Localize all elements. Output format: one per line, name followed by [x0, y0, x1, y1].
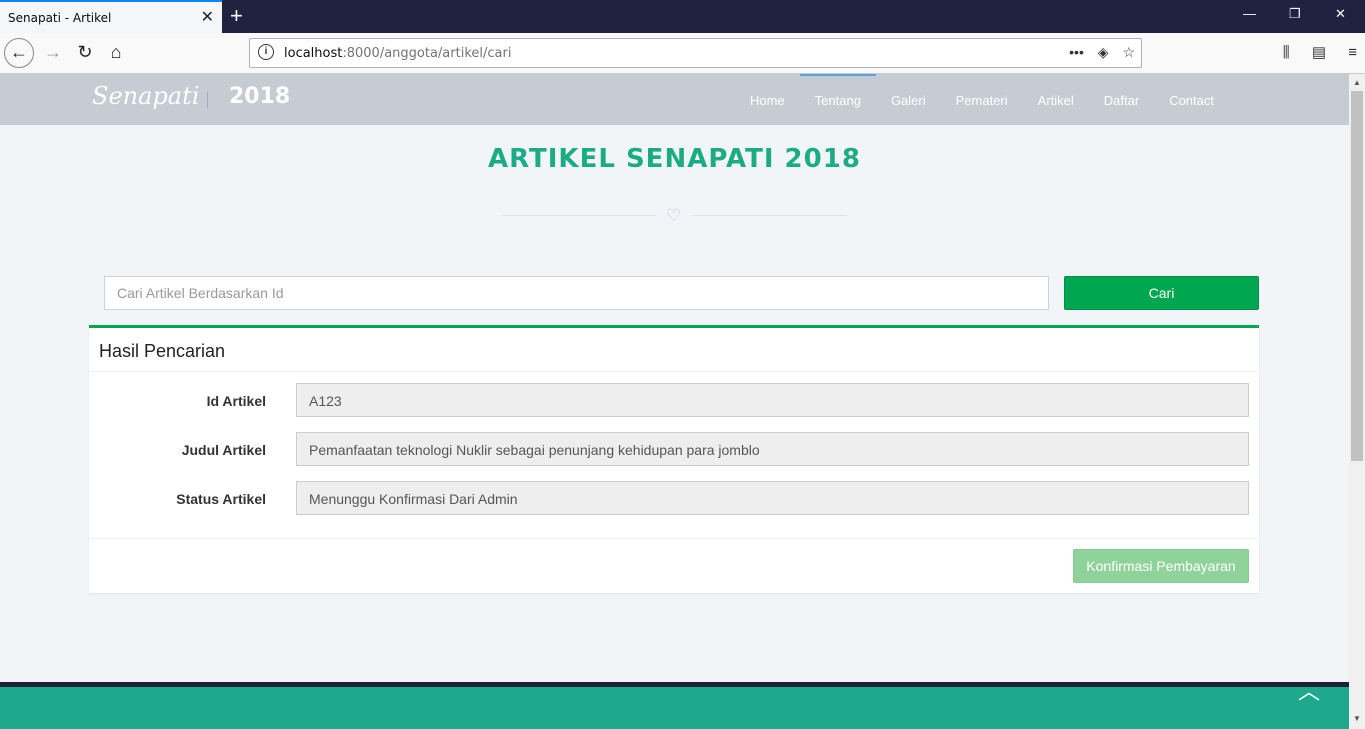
menu-item-galeri[interactable]: Galeri: [876, 74, 941, 125]
new-tab-icon[interactable]: +: [230, 3, 243, 29]
tab-close-icon[interactable]: ✕: [201, 7, 214, 27]
more-actions-icon[interactable]: •••: [1069, 44, 1084, 60]
menu-item-pemateri[interactable]: Pemateri: [941, 74, 1023, 125]
page-scrollbar[interactable]: ▲ ▼: [1349, 74, 1365, 729]
minimize-icon[interactable]: —: [1243, 6, 1256, 21]
menu-item-tentang[interactable]: Tentang: [799, 74, 877, 125]
scroll-down-icon[interactable]: ▼: [1353, 714, 1361, 723]
url-path: :8000/anggota/artikel/cari: [342, 46, 512, 61]
bookmark-star-icon[interactable]: ☆: [1122, 44, 1135, 60]
heart-icon: ♡: [666, 206, 682, 225]
sidebar-icon[interactable]: ▤: [1312, 44, 1326, 61]
search-input[interactable]: [104, 276, 1049, 310]
id-artikel-label: Id Artikel: [206, 393, 266, 409]
title-divider-right: [693, 215, 847, 216]
tab-title: Senapati - Artikel: [8, 11, 112, 25]
menu-item-contact[interactable]: Contact: [1154, 74, 1229, 125]
pocket-icon[interactable]: ◈: [1098, 44, 1109, 60]
site-navbar: Senapati 2018 Home Tentang Galeri Pemate…: [0, 74, 1349, 125]
forward-icon[interactable]: →: [38, 38, 68, 68]
result-panel: Hasil Pencarian Id Artikel A123 Judul Ar…: [89, 325, 1259, 593]
menu-item-daftar[interactable]: Daftar: [1089, 74, 1154, 125]
scroll-up-icon[interactable]: ▲: [1353, 78, 1361, 87]
status-artikel-field: Menunggu Konfirmasi Dari Admin: [296, 481, 1249, 515]
restore-icon[interactable]: ❐: [1289, 6, 1301, 22]
site-year: 2018: [229, 84, 291, 109]
library-icon[interactable]: ⫼: [1283, 44, 1290, 61]
status-artikel-label: Status Artikel: [176, 491, 266, 507]
panel-footer-divider: [89, 538, 1259, 539]
judul-artikel-field: Pemanfaatan teknologi Nuklir sebagai pen…: [296, 432, 1249, 466]
browser-tab[interactable]: Senapati - Artikel ✕: [0, 0, 222, 33]
home-icon[interactable]: ⌂: [101, 38, 131, 68]
brand-divider: [207, 92, 208, 108]
site-menu: Home Tentang Galeri Pemateri Artikel Daf…: [735, 74, 1229, 125]
search-button[interactable]: Cari: [1064, 276, 1259, 310]
back-icon[interactable]: ←: [4, 38, 34, 68]
site-logo[interactable]: Senapati: [92, 82, 199, 110]
menu-icon[interactable]: ≡: [1348, 44, 1357, 61]
page-title: ARTIKEL SENAPATI 2018: [488, 144, 861, 174]
reload-icon[interactable]: ↻: [70, 38, 100, 68]
url-bar[interactable]: i localhost:8000/anggota/artikel/cari ••…: [249, 38, 1142, 68]
scrollbar-thumb[interactable]: [1351, 91, 1363, 461]
title-divider-left: [502, 215, 656, 216]
panel-title: Hasil Pencarian: [99, 341, 226, 361]
url-host: localhost: [284, 46, 343, 61]
judul-artikel-label: Judul Artikel: [181, 442, 266, 458]
menu-item-artikel[interactable]: Artikel: [1023, 74, 1089, 125]
url-text: localhost:8000/anggota/artikel/cari: [284, 46, 511, 61]
browser-toolbar: ← → ↻ ⌂ i localhost:8000/anggota/artikel…: [0, 33, 1365, 74]
window-close-icon[interactable]: ✕: [1335, 6, 1346, 22]
confirm-payment-button[interactable]: Konfirmasi Pembayaran: [1073, 549, 1249, 583]
page: Senapati 2018 Home Tentang Galeri Pemate…: [0, 74, 1349, 729]
id-artikel-field: A123: [296, 383, 1249, 417]
menu-item-home[interactable]: Home: [735, 74, 800, 125]
site-footer: [0, 687, 1349, 729]
info-icon[interactable]: i: [258, 44, 274, 60]
scroll-to-top-icon[interactable]: ︿: [1298, 674, 1320, 706]
browser-tabbar: Senapati - Artikel ✕ + — ❐ ✕: [0, 0, 1365, 33]
panel-header-divider: [89, 371, 1259, 372]
